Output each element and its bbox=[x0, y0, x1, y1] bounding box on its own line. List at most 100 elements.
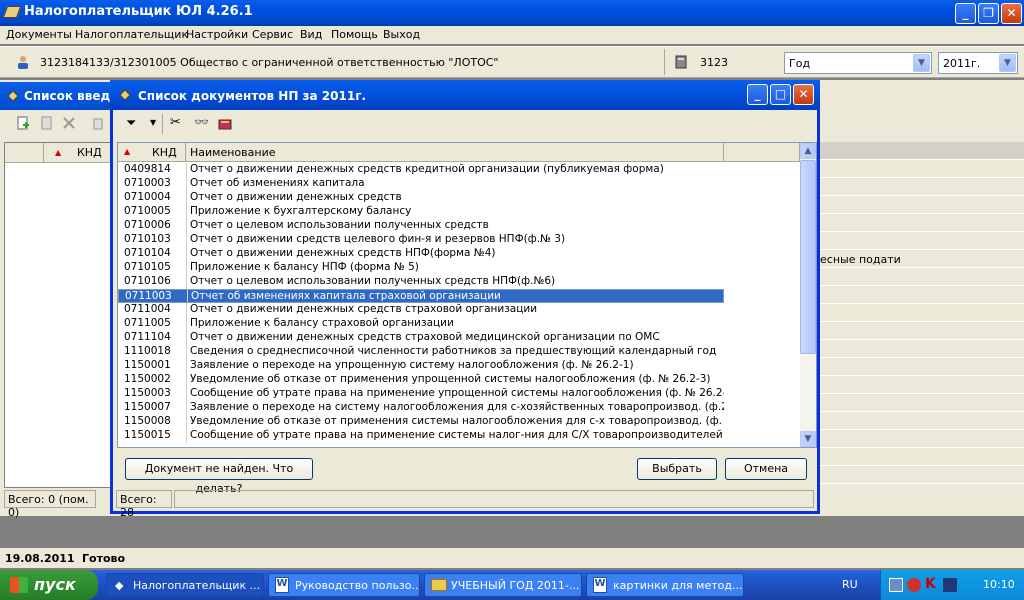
table-row[interactable]: 0711104 Отчет о движении денежных средств… bbox=[118, 331, 724, 345]
taskbar-item[interactable]: УЧЕБНЫЙ ГОД 2011-... bbox=[424, 573, 582, 597]
antivirus-icon[interactable] bbox=[907, 578, 921, 592]
list-item bbox=[818, 196, 1024, 214]
language-indicator[interactable]: RU bbox=[842, 578, 858, 591]
table-row[interactable]: 1150002 Уведомление об отказе от применен… bbox=[118, 373, 724, 387]
dialog-minimize-button[interactable]: _ bbox=[747, 84, 768, 105]
table-row[interactable]: 1150008 Уведомление об отказе от применен… bbox=[118, 415, 724, 429]
table-row[interactable]: 1150003 Сообщение об утрате права на прим… bbox=[118, 387, 724, 401]
table-row[interactable]: 0711004 Отчет о движении денежных средств… bbox=[118, 303, 724, 317]
cell-name: Заявление о переходе на систему налогооб… bbox=[190, 401, 724, 413]
menu-help[interactable]: Помощь bbox=[331, 28, 378, 41]
table-row[interactable]: 1150015 Сообщение об утрате права на прим… bbox=[118, 429, 724, 443]
start-label: пуск bbox=[34, 575, 76, 594]
select-button[interactable]: Выбрать bbox=[637, 458, 717, 480]
cell-knd: 0710004 bbox=[124, 191, 171, 203]
chevron-down-icon: ▼ bbox=[913, 54, 930, 72]
cancel-button[interactable]: Отмена bbox=[725, 458, 807, 480]
cell-name: Приложение к балансу страховой организац… bbox=[190, 317, 454, 329]
cell-name: Отчет о движении денежных средств кредит… bbox=[190, 163, 664, 175]
cell-name: Сообщение об утрате права на применение … bbox=[190, 429, 724, 441]
not-found-button[interactable]: Документ не найден. Что делать? bbox=[125, 458, 313, 495]
add-document-icon[interactable] bbox=[16, 116, 30, 130]
table-row[interactable]: 0710006 Отчет о целевом использовании пол… bbox=[118, 219, 724, 233]
taskbar-item-label: УЧЕБНЫЙ ГОД 2011-... bbox=[451, 579, 580, 592]
column-header-knd[interactable]: ▲ КНД bbox=[118, 143, 186, 162]
divider bbox=[186, 373, 187, 387]
tools-icon[interactable]: ✂ bbox=[170, 115, 181, 130]
table-row[interactable]: 0710103 Отчет о движении средств целевого… bbox=[118, 233, 724, 247]
filter-icon[interactable]: ⏷ bbox=[126, 116, 136, 131]
year-value: 2011г. bbox=[943, 57, 981, 70]
list-item bbox=[818, 394, 1024, 412]
divider bbox=[186, 219, 187, 233]
column-header-name[interactable]: Наименование bbox=[186, 143, 724, 162]
delete-icon[interactable] bbox=[62, 116, 76, 130]
cell-name: Отчет о движении денежных средств НПФ(фо… bbox=[190, 247, 496, 259]
period-type-select[interactable]: Год ▼ bbox=[784, 52, 932, 74]
cell-name: Приложение к бухгалтерскому балансу bbox=[190, 205, 412, 217]
chevron-down-icon[interactable]: ▼ bbox=[150, 118, 156, 127]
menu-taxpayer[interactable]: Налогоплательщик bbox=[75, 28, 188, 41]
inspection-code: 3123 bbox=[700, 56, 728, 69]
close-button[interactable]: ✕ bbox=[1001, 3, 1022, 24]
dialog-titlebar: Список документов НП за 2011г. _ □ ✕ bbox=[110, 80, 820, 110]
menu-service[interactable]: Сервис bbox=[252, 28, 293, 41]
documents-grid[interactable]: ▲ КНД Наименование 0409814 Отчет о движен… bbox=[117, 142, 817, 448]
table-row[interactable]: 0711005 Приложение к балансу страховой ор… bbox=[118, 317, 724, 331]
status-date: 19.08.2011 bbox=[5, 552, 75, 565]
table-row[interactable]: 0710005 Приложение к бухгалтерскому балан… bbox=[118, 205, 724, 219]
table-row[interactable]: 1150007 Заявление о переходе на систему н… bbox=[118, 401, 724, 415]
cell-name: Отчет об изменениях капитала bbox=[190, 177, 365, 189]
table-row[interactable]: 1110018 Сведения о среднесписочной числен… bbox=[118, 345, 724, 359]
divider bbox=[186, 401, 187, 415]
menu-documents[interactable]: Документы bbox=[6, 28, 72, 41]
scroll-down-icon[interactable]: ▼ bbox=[800, 431, 816, 447]
copy-icon[interactable] bbox=[92, 116, 106, 130]
clock[interactable]: 10:10 bbox=[983, 578, 1015, 591]
dialog-maximize-button[interactable]: □ bbox=[770, 84, 791, 105]
menu-settings[interactable]: Настройки bbox=[186, 28, 248, 41]
menu-exit[interactable]: Выход bbox=[383, 28, 420, 41]
edit-document-icon[interactable] bbox=[40, 116, 54, 130]
scroll-thumb[interactable] bbox=[800, 160, 816, 354]
table-row[interactable]: 0710003 Отчет об изменениях капитала bbox=[118, 177, 724, 191]
cell-name: Сообщение об утрате права на применение … bbox=[190, 387, 724, 399]
year-select[interactable]: 2011г. ▼ bbox=[938, 52, 1018, 74]
menu-view[interactable]: Вид bbox=[300, 28, 322, 41]
vertical-scrollbar[interactable]: ▲ ▼ bbox=[800, 143, 816, 447]
k-icon[interactable]: K bbox=[925, 576, 936, 592]
cell-knd: 0710105 bbox=[124, 261, 171, 273]
taskbar-item[interactable]: Wкартинки для метод... bbox=[586, 573, 744, 597]
table-row[interactable]: 0711003 Отчет об изменениях капитала стра… bbox=[118, 289, 724, 303]
book-icon[interactable] bbox=[218, 117, 232, 131]
taskbar-item[interactable]: W Руководство пользо... bbox=[268, 573, 420, 597]
network-icon[interactable] bbox=[889, 578, 903, 592]
dialog-close-button[interactable]: ✕ bbox=[793, 84, 814, 105]
scroll-up-icon[interactable]: ▲ bbox=[800, 143, 816, 159]
table-row[interactable]: 1150001 Заявление о переходе на упрощенну… bbox=[118, 359, 724, 373]
table-row[interactable]: 0710106 Отчет о целевом использовании пол… bbox=[118, 275, 724, 289]
divider bbox=[186, 429, 187, 443]
restore-button[interactable]: ❐ bbox=[978, 3, 999, 24]
column-knd-label: КНД bbox=[152, 146, 177, 159]
app-titlebar: Налогоплательщик ЮЛ 4.26.1 _ ❐ ✕ bbox=[0, 0, 1024, 26]
taskbar-item[interactable]: ◆ Налогоплательщик ... bbox=[106, 573, 264, 597]
cell-name: Сведения о среднесписочной численности р… bbox=[190, 345, 717, 357]
cell-knd: 0710106 bbox=[124, 275, 171, 287]
minimize-button[interactable]: _ bbox=[955, 3, 976, 24]
bg-document-grid[interactable] bbox=[4, 142, 112, 488]
window-icon bbox=[119, 89, 131, 101]
window-icon: ◆ bbox=[115, 579, 124, 592]
table-row[interactable]: 0710105 Приложение к балансу НПФ (форма №… bbox=[118, 261, 724, 275]
status-state: Готово bbox=[82, 552, 126, 565]
table-row[interactable]: 0409814 Отчет о движении денежных средств… bbox=[118, 163, 724, 177]
bg-toolbar bbox=[0, 110, 112, 138]
tray-app-icon[interactable] bbox=[943, 578, 957, 592]
table-row[interactable]: 0710004 Отчет о движении денежных средств bbox=[118, 191, 724, 205]
start-button[interactable]: пуск bbox=[0, 570, 98, 600]
cell-name: Отчет о движении денежных средств bbox=[190, 191, 402, 203]
cell-knd: 0409814 bbox=[124, 163, 171, 175]
table-row[interactable]: 0710104 Отчет о движении денежных средств… bbox=[118, 247, 724, 261]
binoculars-icon[interactable]: 👓 bbox=[194, 115, 209, 129]
list-item: есные подати bbox=[818, 250, 1024, 268]
